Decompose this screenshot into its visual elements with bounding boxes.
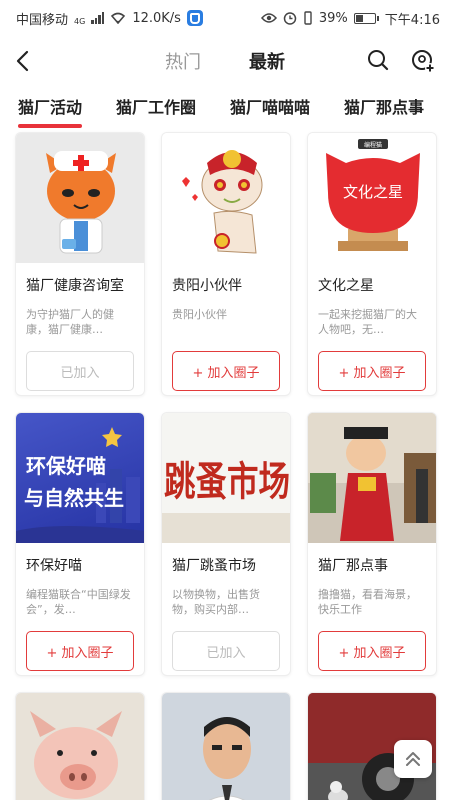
tab-hot[interactable]: 热门 xyxy=(165,48,201,74)
flea-market-calligraphy-image: 跳蚤市场 xyxy=(162,413,290,543)
alarm-icon xyxy=(283,12,297,25)
cat-mascot-with-hat-image xyxy=(162,133,290,263)
circle-card[interactable]: 环保好喵 与自然共生 环保好喵 编程猫联合“中国绿发会”，发… + 加入圈子 xyxy=(15,412,145,676)
card-title: 贵阳小伙伴 xyxy=(172,278,242,294)
card-title: 猫厂跳蚤市场 xyxy=(172,558,256,574)
costume-mascot-photo-image xyxy=(308,413,436,543)
battery-percent: 39% xyxy=(318,10,348,26)
circle-card[interactable]: 跳蚤市场 猫厂跳蚤市场 以物换物，出售货物，购买内部… 已加入 xyxy=(161,412,291,676)
card-description: 编程猫联合“中国绿发会”，发… xyxy=(26,588,131,616)
piglet-photo-image xyxy=(16,693,144,800)
circle-card[interactable]: 猫厂健康咨询室 为守护猫厂人的健康，猫厂健康… 已加入 xyxy=(15,132,145,396)
circle-card[interactable]: 猫厂那点事 撸撸猫，看看海景，快乐工作 + 加入圈子 xyxy=(307,412,437,676)
circle-grid: 猫厂健康咨询室 为守护猫厂人的健康，猫厂健康… 已加入 贵阳小伙伴 贵阳小伙伴 … xyxy=(0,132,450,800)
poster-headline: 环保好喵 xyxy=(26,454,106,478)
circle-card[interactable]: 贵阳小伙伴 贵阳小伙伴 + 加入圈子 xyxy=(161,132,291,396)
category-tab-meow[interactable]: 猫厂喵喵喵 xyxy=(230,94,310,128)
card-description: 贵阳小伙伴 xyxy=(172,308,227,321)
join-circle-button[interactable]: + 加入圈子 xyxy=(26,631,134,671)
card-title: 文化之星 xyxy=(318,278,374,294)
clock: 下午4:16 xyxy=(384,12,440,28)
card-description: 撸撸猫，看看海景，快乐工作 xyxy=(318,588,417,616)
culture-star-sign-image: 编程猫 文化之星 xyxy=(308,133,436,263)
category-tabs: 猫厂活动 猫厂工作圈 猫厂喵喵喵 猫厂那点事 xyxy=(0,86,450,132)
status-bar: 中国移动 4G 12.0K/s 39% 下午4:16 xyxy=(0,0,450,36)
network-type: 4G xyxy=(74,16,86,26)
card-title: 猫厂那点事 xyxy=(318,558,388,574)
back-arrow-icon[interactable] xyxy=(12,49,36,73)
join-circle-button[interactable]: + 加入圈子 xyxy=(318,631,426,671)
card-description: 为守护猫厂人的健康，猫厂健康… xyxy=(26,308,114,336)
doctor-cat-mascot-image xyxy=(16,133,144,263)
joined-button[interactable]: 已加入 xyxy=(26,351,134,391)
card-title: 环保好喵 xyxy=(26,558,82,574)
category-tab-activities[interactable]: 猫厂活动 xyxy=(18,94,83,128)
vibrate-icon xyxy=(304,11,312,25)
category-tab-stories[interactable]: 猫厂那点事 xyxy=(344,94,424,128)
circle-card[interactable] xyxy=(161,692,291,800)
tab-latest[interactable]: 最新 xyxy=(249,48,285,74)
card-title: 猫厂健康咨询室 xyxy=(26,278,124,294)
image-sign-text: 文化之星 xyxy=(343,183,403,201)
security-app-icon xyxy=(186,10,203,26)
man-portrait-photo-image xyxy=(162,693,290,800)
scroll-to-top-button[interactable] xyxy=(394,740,432,778)
signal-icon xyxy=(91,12,105,24)
card-description: 以物换物，出售货物，购买内部… xyxy=(172,588,260,616)
add-circle-icon[interactable] xyxy=(410,48,436,74)
poster-subheadline: 与自然共生 xyxy=(24,486,124,510)
top-nav: 热门 最新 xyxy=(0,36,450,86)
eco-poster-image: 环保好喵 与自然共生 xyxy=(16,413,144,543)
joined-button[interactable]: 已加入 xyxy=(172,631,280,671)
circle-card[interactable] xyxy=(15,692,145,800)
card-description: 一起来挖掘猫厂的大人物吧，无… xyxy=(318,308,417,336)
join-circle-button[interactable]: + 加入圈子 xyxy=(172,351,280,391)
carrier-name: 中国移动 xyxy=(16,12,69,28)
network-speed: 12.0K/s xyxy=(132,10,181,26)
wifi-icon xyxy=(111,12,126,24)
double-chevron-up-icon xyxy=(406,752,420,766)
eye-icon xyxy=(260,13,277,23)
category-tab-work-circle[interactable]: 猫厂工作圈 xyxy=(116,94,196,128)
calligraphy-text: 跳蚤市场 xyxy=(164,458,290,505)
search-icon[interactable] xyxy=(366,48,390,72)
circle-card[interactable]: 编程猫 文化之星 文化之星 一起来挖掘猫厂的大人物吧，无… + 加入圈子 xyxy=(307,132,437,396)
battery-icon xyxy=(353,12,379,24)
join-circle-button[interactable]: + 加入圈子 xyxy=(318,351,426,391)
image-brand-label: 编程猫 xyxy=(364,141,382,149)
